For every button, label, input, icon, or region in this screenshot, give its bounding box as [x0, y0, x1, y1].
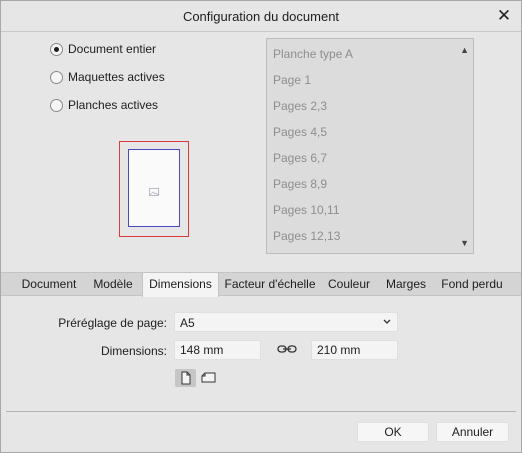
height-field[interactable]	[311, 340, 398, 360]
radio-label: Planches actives	[68, 98, 159, 112]
radio-button[interactable]	[50, 42, 63, 56]
spread-list[interactable]: Planche type A Page 1 Pages 2,3 Pages 4,…	[266, 38, 474, 254]
divider	[6, 411, 516, 412]
list-item[interactable]: Pages 2,3	[273, 99, 327, 113]
landscape-button[interactable]	[198, 369, 219, 387]
tab-couleur[interactable]: Couleur	[321, 273, 377, 296]
list-item[interactable]: Pages 8,9	[273, 177, 327, 191]
page-thumbnail	[128, 149, 180, 227]
tab-modele[interactable]: Modèle	[85, 273, 141, 296]
tab-document[interactable]: Document	[14, 273, 84, 296]
title-bar: Configuration du document ✕	[1, 1, 521, 32]
radio-label: Document entier	[68, 42, 157, 56]
preset-value: A5	[180, 316, 195, 330]
list-item[interactable]: Pages 10,11	[273, 203, 340, 217]
dialog-title: Configuration du document	[182, 9, 340, 24]
scroll-down-icon[interactable]: ▼	[460, 238, 469, 248]
radio-label: Maquettes actives	[68, 70, 165, 84]
preset-label: Préréglage de page:	[58, 316, 167, 330]
portrait-button[interactable]	[175, 369, 196, 387]
document-setup-dialog: Configuration du document ✕ Document ent…	[0, 0, 522, 453]
radio-document-entier[interactable]: Document entier	[50, 42, 156, 56]
landscape-page-icon	[201, 372, 216, 383]
radio-planches-actives[interactable]: Planches actives	[50, 98, 158, 112]
link-icon[interactable]	[277, 343, 297, 355]
page-preview	[119, 141, 189, 237]
tab-dimensions[interactable]: Dimensions	[142, 273, 219, 297]
list-item[interactable]: Planche type A	[273, 47, 353, 61]
scroll-up-icon[interactable]: ▲	[460, 45, 469, 55]
cancel-button[interactable]: Annuler	[436, 422, 509, 442]
page-preset-select[interactable]: A5	[174, 312, 398, 332]
list-item[interactable]: Pages 4,5	[273, 125, 327, 139]
radio-button[interactable]	[50, 70, 63, 84]
tab-fond-perdu[interactable]: Fond perdu	[435, 273, 509, 296]
portrait-page-icon	[181, 371, 191, 385]
tab-bar: Document Modèle Dimensions Facteur d'éch…	[1, 272, 521, 297]
list-item[interactable]: Page 1	[273, 73, 311, 87]
tab-marges[interactable]: Marges	[378, 273, 434, 296]
ok-button[interactable]: OK	[357, 422, 429, 442]
close-icon[interactable]: ✕	[493, 5, 515, 27]
list-item[interactable]: Pages 12,13	[273, 229, 340, 243]
radio-maquettes-actives[interactable]: Maquettes actives	[50, 70, 165, 84]
width-field[interactable]	[174, 340, 261, 360]
image-placeholder-icon	[149, 188, 159, 196]
radio-button[interactable]	[50, 98, 63, 112]
chevron-down-icon	[383, 319, 391, 324]
list-item[interactable]: Pages 6,7	[273, 151, 327, 165]
tab-facteur-echelle[interactable]: Facteur d'échelle	[220, 273, 320, 296]
dimensions-label: Dimensions:	[100, 344, 167, 358]
